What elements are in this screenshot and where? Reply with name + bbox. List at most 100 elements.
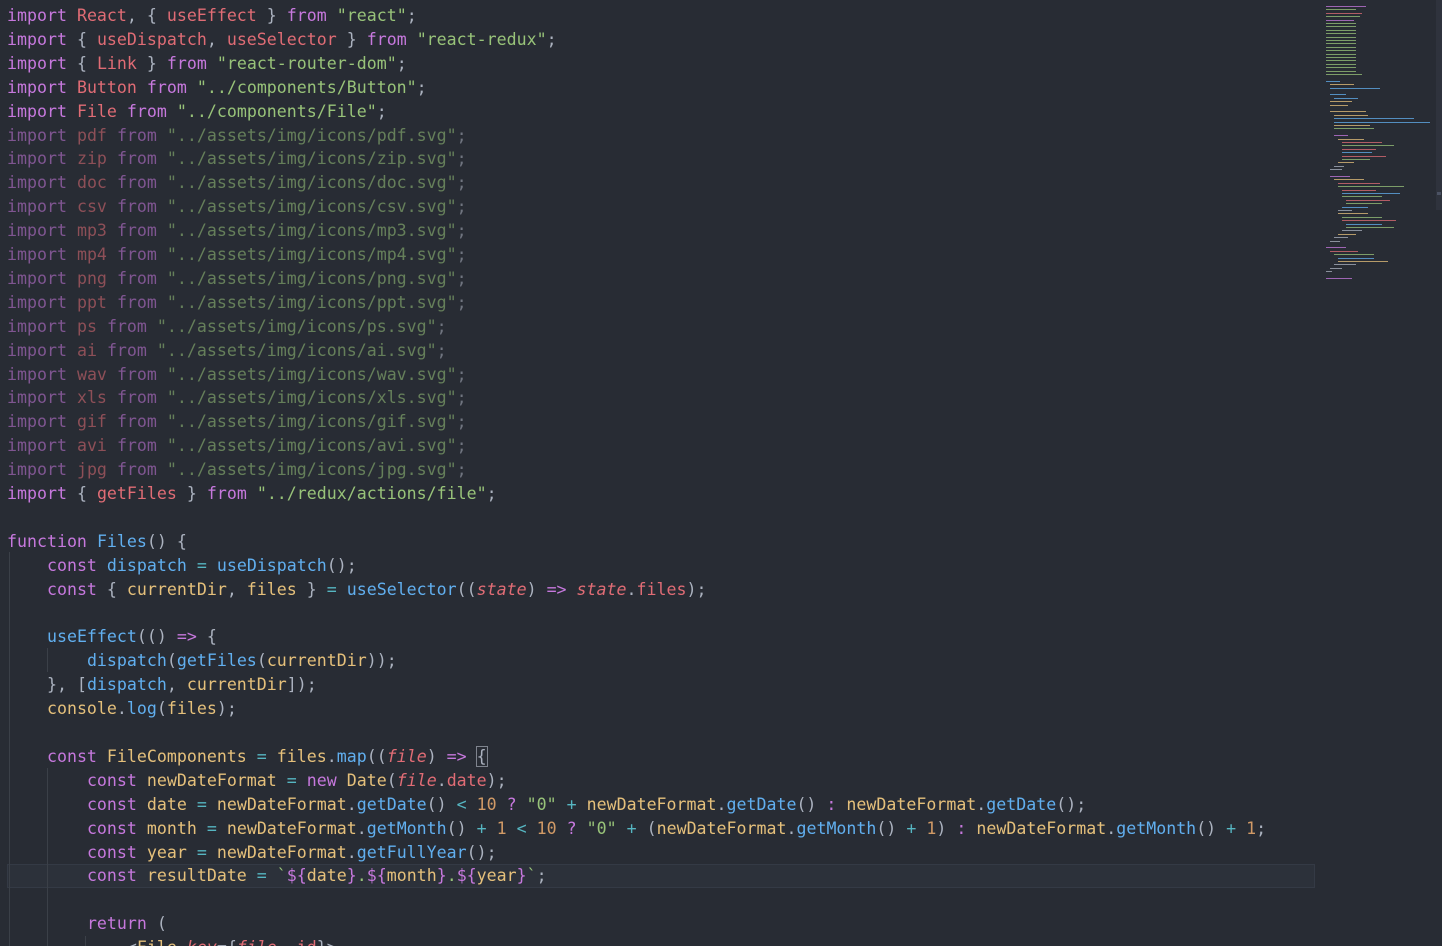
code-token: ; bbox=[546, 29, 557, 49]
code-token: const bbox=[86, 794, 137, 814]
code-line[interactable]: const dispatch = useDispatch(); bbox=[7, 554, 357, 578]
code-token: import bbox=[7, 460, 67, 480]
code-token: from bbox=[116, 388, 157, 408]
code-line[interactable]: const newDateFormat = new Date(file.date… bbox=[7, 769, 507, 793]
code-token: { bbox=[196, 627, 217, 647]
code-token: ` bbox=[526, 866, 537, 886]
minimap-line bbox=[1334, 97, 1358, 99]
code-token: useSelector bbox=[346, 579, 457, 599]
code-line[interactable]: import { useDispatch, useSelector } from… bbox=[7, 28, 557, 52]
code-token: from bbox=[116, 412, 157, 432]
code-line[interactable]: import File from "../components/File"; bbox=[7, 100, 387, 124]
code-token: ; bbox=[486, 484, 497, 503]
code-token: = bbox=[286, 770, 297, 790]
minimap-line bbox=[1342, 196, 1382, 198]
minimap-line bbox=[1342, 155, 1386, 157]
code-token: ; bbox=[456, 292, 467, 312]
code-line[interactable]: import xls from "../assets/img/icons/xls… bbox=[7, 386, 467, 410]
code-token: getFiles bbox=[96, 484, 177, 503]
code-line[interactable]: import ppt from "../assets/img/icons/ppt… bbox=[7, 291, 467, 315]
code-line[interactable]: dispatch(getFiles(currentDir)); bbox=[7, 649, 397, 673]
code-line[interactable]: import Button from "../components/Button… bbox=[7, 76, 427, 100]
minimap-line bbox=[1326, 80, 1340, 82]
code-line[interactable]: console.log(files); bbox=[7, 697, 237, 721]
code-line[interactable]: }, [dispatch, currentDir]); bbox=[7, 673, 317, 697]
code-line[interactable]: import { Link } from "react-router-dom"; bbox=[7, 52, 407, 76]
code-line[interactable]: import gif from "../assets/img/icons/gif… bbox=[7, 410, 467, 434]
code-token: "../assets/img/icons/ps.svg" bbox=[156, 316, 437, 336]
code-token: + bbox=[626, 818, 637, 838]
code-line[interactable]: import jpg from "../assets/img/icons/jpg… bbox=[7, 458, 467, 482]
minimap-line bbox=[1346, 199, 1390, 201]
code-token: ; bbox=[456, 460, 467, 480]
code-token: (); bbox=[1056, 794, 1087, 814]
minimap-line bbox=[1338, 162, 1354, 164]
code-line[interactable]: const year = newDateFormat.getFullYear()… bbox=[7, 841, 497, 865]
minimap-line bbox=[1330, 267, 1342, 269]
code-editor[interactable]: import React, { useEffect } from "react"… bbox=[0, 0, 1320, 946]
code-line[interactable]: import pdf from "../assets/img/icons/pdf… bbox=[7, 124, 467, 148]
vertical-scrollbar[interactable] bbox=[1436, 0, 1442, 210]
minimap-line bbox=[1342, 216, 1382, 218]
code-token: from bbox=[146, 77, 187, 97]
code-line[interactable]: const { currentDir, files } = useSelecto… bbox=[7, 578, 706, 602]
code-line[interactable]: useEffect(() => { bbox=[7, 625, 217, 649]
code-line[interactable]: import zip from "../assets/img/icons/zip… bbox=[7, 147, 467, 171]
code-line[interactable]: import mp4 from "../assets/img/icons/mp4… bbox=[7, 243, 467, 267]
code-line[interactable]: import png from "../assets/img/icons/png… bbox=[7, 267, 467, 291]
code-line[interactable]: import csv from "../assets/img/icons/csv… bbox=[7, 195, 467, 219]
code-token: from bbox=[126, 101, 167, 121]
code-token: from bbox=[116, 292, 157, 312]
code-token: from bbox=[166, 53, 207, 73]
code-line[interactable]: function Files() { bbox=[7, 530, 187, 554]
code-token: } bbox=[256, 6, 287, 25]
scrollbar-thumb[interactable] bbox=[1437, 192, 1441, 195]
code-line[interactable]: import React, { useEffect } from "react"… bbox=[7, 4, 417, 28]
code-line[interactable]: import mp3 from "../assets/img/icons/mp3… bbox=[7, 219, 467, 243]
code-line[interactable]: const date = newDateFormat.getDate() < 1… bbox=[7, 793, 1086, 817]
code-line[interactable]: return ( bbox=[7, 912, 167, 936]
code-line[interactable]: import avi from "../assets/img/icons/avi… bbox=[7, 434, 467, 458]
code-token: => bbox=[446, 746, 467, 766]
code-token: . bbox=[277, 938, 287, 946]
minimap-line bbox=[1330, 176, 1350, 177]
minimap-line bbox=[1346, 227, 1394, 228]
code-token: ); bbox=[686, 579, 707, 599]
code-line[interactable]: const resultDate = `${date}.${month}.${y… bbox=[7, 864, 547, 888]
code-token: . bbox=[346, 794, 357, 814]
code-token: new bbox=[306, 770, 337, 790]
code-line[interactable]: import ai from "../assets/img/icons/ai.s… bbox=[7, 339, 447, 363]
code-line[interactable]: const month = newDateFormat.getMonth() +… bbox=[7, 817, 1266, 841]
code-token: = bbox=[206, 818, 217, 838]
code-line[interactable]: import { getFiles } from "../redux/actio… bbox=[7, 482, 497, 506]
code-line[interactable]: import wav from "../assets/img/icons/wav… bbox=[7, 363, 467, 387]
code-line[interactable]: import ps from "../assets/img/icons/ps.s… bbox=[7, 315, 447, 339]
code-line[interactable]: const FileComponents = files.map((file) … bbox=[7, 745, 488, 769]
code-token: File bbox=[137, 938, 177, 946]
minimap[interactable] bbox=[1322, 0, 1438, 300]
minimap-line bbox=[1326, 6, 1366, 7]
code-token: . bbox=[116, 699, 127, 719]
code-line[interactable]: <File key={file._id}> bbox=[7, 936, 337, 946]
code-token: getMonth bbox=[1116, 818, 1197, 838]
code-line[interactable]: import doc from "../assets/img/icons/doc… bbox=[7, 171, 467, 195]
